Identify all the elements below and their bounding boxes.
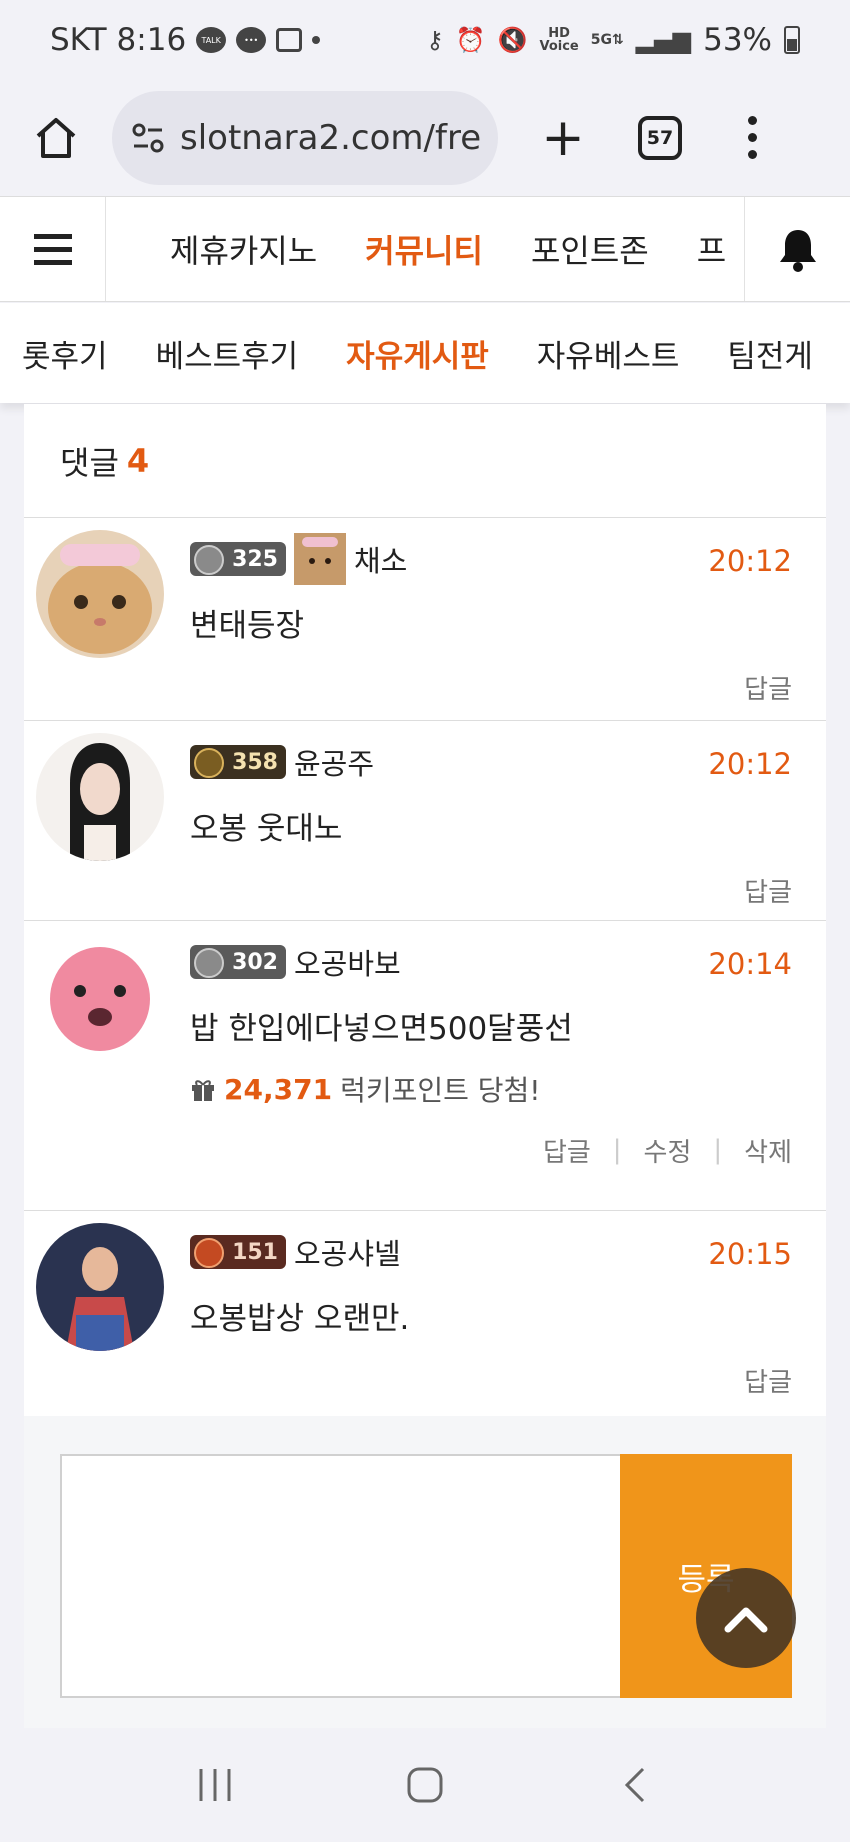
more-notifications-icon [312, 36, 321, 44]
notification-button[interactable] [744, 197, 850, 301]
sub-nav-slot-review[interactable]: 롯후기 [22, 331, 108, 376]
reply-button[interactable]: 답글 [744, 1362, 792, 1399]
sub-nav: 롯후기 베스트후기 자유게시판 자유베스트 팀전게 [0, 303, 850, 403]
username[interactable]: 채소 [354, 538, 407, 580]
sub-nav-best-review[interactable]: 베스트후기 [156, 331, 299, 376]
avatar[interactable] [36, 530, 164, 658]
comments-section: 댓글 4 325 채소 20:12 변태등장 답글 358 윤공주 20:12 … [24, 404, 826, 1416]
browser-toolbar: slotnara2.com/fre + 57 [0, 80, 850, 195]
sub-nav-free-best[interactable]: 자유베스트 [537, 331, 680, 376]
recent-apps-icon[interactable] [195, 1765, 235, 1805]
home-icon [36, 117, 76, 158]
comment-actions: 답글 [190, 859, 826, 921]
comment-item: 358 윤공주 20:12 오봉 웃대노 답글 [24, 721, 826, 921]
talk-icon: TALK [196, 27, 227, 53]
nav-item-pointzone[interactable]: 포인트존 [531, 226, 649, 272]
level-badge: 325 [190, 542, 286, 576]
home-button[interactable] [20, 102, 92, 174]
nav-item-community[interactable]: 커뮤니티 [365, 226, 483, 272]
comment-time: 20:12 [708, 544, 792, 578]
url-bar[interactable]: slotnara2.com/fre [112, 90, 498, 185]
comments-title: 댓글 [60, 443, 119, 482]
comment-item: 151 오공샤넬 20:15 오봉밥상 오랜만. 답글 [24, 1211, 826, 1413]
comments-count: 4 [126, 441, 150, 480]
comment-actions: 답글 | 수정 | 삭제 [190, 1119, 826, 1181]
nav-item-casino[interactable]: 제휴카지노 [170, 226, 317, 272]
main-nav-items: 제휴카지노 커뮤니티 포인트존 프 [106, 197, 744, 301]
hd-voice-icon: HD Voice [539, 26, 579, 54]
lucky-points: 24,371 [224, 1072, 333, 1106]
comment-input[interactable] [60, 1454, 620, 1698]
level-badge: 302 [190, 945, 286, 979]
comment-actions: 답글 [190, 1349, 826, 1411]
comment-text: 오봉밥상 오랜만. [190, 1301, 410, 1337]
chevron-up-icon [724, 1607, 768, 1633]
comment-text: 변태등장 [190, 608, 305, 644]
reply-button[interactable]: 답글 [744, 872, 792, 909]
back-icon[interactable] [615, 1765, 655, 1805]
reply-button[interactable]: 답글 [744, 669, 792, 706]
avatar[interactable] [36, 1223, 164, 1351]
comment-text: 오봉 웃대노 [190, 811, 343, 847]
level-badge: 358 [190, 745, 286, 779]
battery-percent: 53% [703, 22, 772, 58]
lucky-point-notice: 24,371 럭키포인트 당첨! [190, 1059, 826, 1119]
member-icon [294, 533, 346, 585]
comment-time: 20:15 [708, 1237, 792, 1271]
clock: 8:16 [116, 22, 187, 58]
comment-time: 20:12 [708, 747, 792, 781]
signal-icon: ▂▄▆ [635, 26, 692, 54]
url-text: slotnara2.com/fre [180, 117, 480, 158]
delete-button[interactable]: 삭제 [744, 1132, 792, 1169]
bell-icon [779, 230, 816, 272]
new-tab-button[interactable]: + [528, 103, 598, 173]
nav-item-more[interactable]: 프 [697, 226, 726, 272]
plus-icon: + [541, 107, 585, 168]
site-settings-icon [132, 123, 164, 152]
status-bar: SKT 8:16 TALK ••• ⚷ ⏰ 🔇 HD Voice 5G⇅ ▂▄▆ … [0, 0, 850, 80]
lucky-text: 럭키포인트 당첨! [340, 1074, 541, 1107]
sub-nav-free-board[interactable]: 자유게시판 [346, 331, 489, 376]
browser-menu-button[interactable] [732, 103, 772, 173]
comment-text: 밥 한입에다넣으면500달풍선 [190, 1011, 573, 1047]
comments-header: 댓글 4 [24, 404, 826, 518]
alarm-icon: ⏰ [455, 26, 486, 54]
gallery-icon [276, 28, 303, 52]
avatar[interactable] [36, 933, 164, 1061]
divider: | [713, 1135, 723, 1165]
status-left: SKT 8:16 TALK ••• [50, 22, 321, 58]
comment-item: 302 오공바보 20:14 밥 한입에다넣으면500달풍선 24,371 럭키… [24, 921, 826, 1211]
battery-icon [784, 26, 800, 54]
android-navigation-bar [0, 1728, 850, 1842]
site-nav: 제휴카지노 커뮤니티 포인트존 프 [0, 196, 850, 302]
comment-write-area: 등록 [24, 1416, 826, 1728]
sub-nav-team[interactable]: 팀전게 [727, 331, 813, 376]
divider: | [612, 1135, 622, 1165]
mute-icon: 🔇 [497, 26, 528, 54]
edit-button[interactable]: 수정 [644, 1132, 692, 1169]
comment-time: 20:14 [708, 947, 792, 981]
hamburger-menu-icon[interactable] [0, 197, 106, 301]
home-nav-icon[interactable] [405, 1765, 445, 1805]
username[interactable]: 오공샤넬 [294, 1231, 401, 1273]
scroll-to-top-button[interactable] [696, 1568, 796, 1668]
tab-switcher-button[interactable]: 57 [638, 115, 682, 160]
carrier: SKT [50, 22, 107, 58]
reply-button[interactable]: 답글 [543, 1132, 591, 1169]
username[interactable]: 윤공주 [294, 741, 374, 783]
comment-item: 325 채소 20:12 변태등장 답글 [24, 518, 826, 721]
key-icon: ⚷ [426, 26, 444, 54]
username[interactable]: 오공바보 [294, 941, 401, 983]
status-right: ⚷ ⏰ 🔇 HD Voice 5G⇅ ▂▄▆ 53% [426, 22, 800, 58]
gift-icon [192, 1080, 214, 1101]
5g-icon: 5G⇅ [590, 32, 624, 48]
chat-icon: ••• [236, 27, 267, 53]
comment-actions: 답글 [190, 656, 826, 718]
avatar[interactable] [36, 733, 164, 861]
level-badge: 151 [190, 1235, 286, 1269]
